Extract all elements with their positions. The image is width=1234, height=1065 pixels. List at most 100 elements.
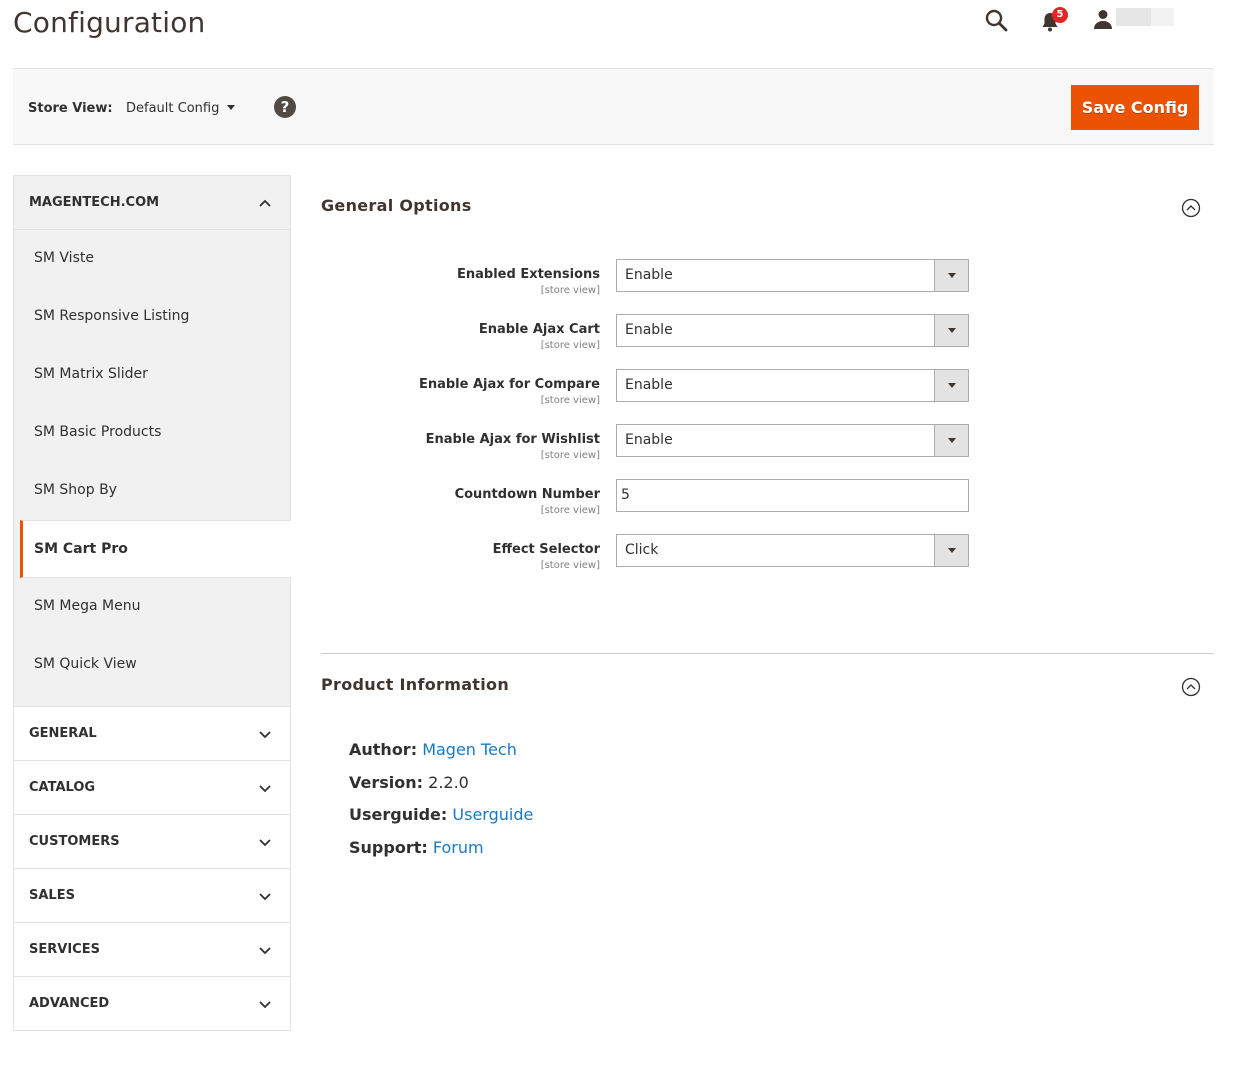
sidebar-item-label: SM Basic Products <box>34 424 162 440</box>
store-view-label: Store View: <box>28 101 113 116</box>
chevron-down-icon <box>259 1001 271 1009</box>
sidebar-item-sm-cart-pro[interactable]: SM Cart Pro <box>20 520 291 578</box>
sidebar-section-items: SM Viste SM Responsive Listing SM Matrix… <box>14 230 291 706</box>
help-icon[interactable]: ? <box>274 96 296 118</box>
collapse-up-icon[interactable] <box>1181 677 1201 697</box>
caret-down-icon <box>227 105 236 110</box>
select-value: Click <box>625 542 659 558</box>
author-link[interactable]: Magen Tech <box>422 740 517 759</box>
field-label: Enable Ajax for Compare <box>418 377 600 392</box>
field-label: Enabled Extensions <box>457 267 600 282</box>
config-sidebar: MAGENTECH.COM SM Viste SM Responsive Lis… <box>13 175 291 1031</box>
field-row-enable-ajax-cart: Enable Ajax Cart [store view] Enable <box>321 314 1214 369</box>
sidebar-section-magentech[interactable]: MAGENTECH.COM <box>14 176 290 230</box>
chevron-down-icon <box>259 785 271 793</box>
general-options-title: General Options <box>321 196 472 215</box>
chevron-up-icon <box>259 199 271 207</box>
sidebar-item-sm-shop-by[interactable]: SM Shop By <box>14 462 290 520</box>
field-label: Countdown Number <box>454 487 600 502</box>
sidebar-group-label: ADVANCED <box>29 996 110 1011</box>
field-row-enabled-extensions: Enabled Extensions [store view] Enable <box>321 259 1214 314</box>
select-arrow-icon <box>934 315 968 346</box>
sidebar-group-label: SERVICES <box>29 942 100 957</box>
sidebar-item-label: SM Quick View <box>34 656 137 672</box>
field-scope: [store view] <box>540 340 600 351</box>
store-view-dropdown[interactable]: Default Config <box>126 101 236 116</box>
enable-ajax-wishlist-select[interactable]: Enable <box>616 424 969 457</box>
sidebar-group-customers[interactable]: CUSTOMERS <box>14 814 290 868</box>
sidebar-item-sm-quick-view[interactable]: SM Quick View <box>14 636 290 706</box>
info-support: Support: Forum <box>349 832 1214 865</box>
sidebar-item-sm-matrix-slider[interactable]: SM Matrix Slider <box>14 346 290 404</box>
select-arrow-icon <box>934 535 968 566</box>
userguide-link[interactable]: Userguide <box>452 805 533 824</box>
header-actions: 5 <box>984 6 1214 32</box>
info-key: Userguide: <box>349 805 448 824</box>
sidebar-item-label: SM Shop By <box>34 482 117 498</box>
collapse-up-icon[interactable] <box>1181 198 1201 218</box>
input-value: 5 <box>621 487 630 503</box>
field-scope: [store view] <box>540 285 600 296</box>
field-scope: [store view] <box>540 395 600 406</box>
save-config-button[interactable]: Save Config <box>1071 85 1199 130</box>
select-arrow-icon <box>934 370 968 401</box>
sidebar-item-sm-basic-products[interactable]: SM Basic Products <box>14 404 290 462</box>
info-key: Version: <box>349 772 424 792</box>
field-scope: [store view] <box>540 505 600 516</box>
enable-ajax-cart-select[interactable]: Enable <box>616 314 969 347</box>
sidebar-section-title: MAGENTECH.COM <box>29 195 160 210</box>
select-value: Enable <box>625 432 673 448</box>
chevron-down-icon <box>259 893 271 901</box>
product-information-header[interactable]: Product Information <box>321 654 1214 716</box>
version-value: 2.2.0 <box>428 772 469 792</box>
store-view-selected: Default Config <box>126 101 220 116</box>
field-scope: [store view] <box>540 560 600 571</box>
info-key: Author: <box>349 740 418 759</box>
field-scope: [store view] <box>540 450 600 461</box>
support-forum-link[interactable]: Forum <box>433 838 484 857</box>
sidebar-item-label: SM Viste <box>34 250 94 266</box>
enable-ajax-compare-select[interactable]: Enable <box>616 369 969 402</box>
sidebar-group-advanced[interactable]: ADVANCED <box>14 976 290 1030</box>
notifications-badge: 5 <box>1052 7 1068 23</box>
sidebar-group-catalog[interactable]: CATALOG <box>14 760 290 814</box>
select-value: Enable <box>625 322 673 338</box>
sidebar-group-label: CATALOG <box>29 780 96 795</box>
field-label: Effect Selector <box>492 542 600 557</box>
search-icon[interactable] <box>984 8 1008 32</box>
info-userguide: Userguide: Userguide <box>349 799 1214 832</box>
sidebar-item-sm-responsive-listing[interactable]: SM Responsive Listing <box>14 288 290 346</box>
chevron-down-icon <box>259 947 271 955</box>
field-label: Enable Ajax for Wishlist <box>425 432 600 447</box>
field-row-effect-selector: Effect Selector [store view] Click <box>321 534 1214 589</box>
countdown-number-input[interactable]: 5 <box>616 479 969 512</box>
select-arrow-icon <box>934 260 968 291</box>
user-name[interactable] <box>1116 8 1174 26</box>
page-title: Configuration <box>13 6 206 39</box>
enabled-extensions-select[interactable]: Enable <box>616 259 969 292</box>
field-label: Enable Ajax Cart <box>478 322 600 337</box>
sidebar-group-sales[interactable]: SALES <box>14 868 290 922</box>
product-information-body: Author: Magen Tech Version: 2.2.0 Usergu… <box>321 716 1214 864</box>
effect-selector-select[interactable]: Click <box>616 534 969 567</box>
field-row-enable-ajax-compare: Enable Ajax for Compare [store view] Ena… <box>321 369 1214 424</box>
sidebar-item-sm-mega-menu[interactable]: SM Mega Menu <box>14 578 290 636</box>
sidebar-item-label: SM Matrix Slider <box>34 366 148 382</box>
field-row-countdown-number: Countdown Number [store view] 5 <box>321 479 1214 534</box>
select-value: Enable <box>625 267 673 283</box>
field-row-enable-ajax-wishlist: Enable Ajax for Wishlist [store view] En… <box>321 424 1214 479</box>
sidebar-group-services[interactable]: SERVICES <box>14 922 290 976</box>
sidebar-item-label: SM Mega Menu <box>34 598 141 614</box>
product-information-title: Product Information <box>321 675 510 694</box>
notifications-button[interactable]: 5 <box>1038 7 1068 32</box>
sidebar-group-label: CUSTOMERS <box>29 834 120 849</box>
config-main: General Options Enabled Extensions [stor… <box>321 175 1214 864</box>
sidebar-item-sm-viste[interactable]: SM Viste <box>14 230 290 288</box>
sidebar-group-label: GENERAL <box>29 726 97 741</box>
info-author: Author: Magen Tech <box>349 734 1214 767</box>
sidebar-item-label: SM Responsive Listing <box>34 308 190 324</box>
user-icon[interactable] <box>1092 8 1114 30</box>
general-options-header[interactable]: General Options <box>321 175 1214 237</box>
info-version: Version: 2.2.0 <box>349 767 1214 800</box>
sidebar-group-general[interactable]: GENERAL <box>14 706 290 760</box>
